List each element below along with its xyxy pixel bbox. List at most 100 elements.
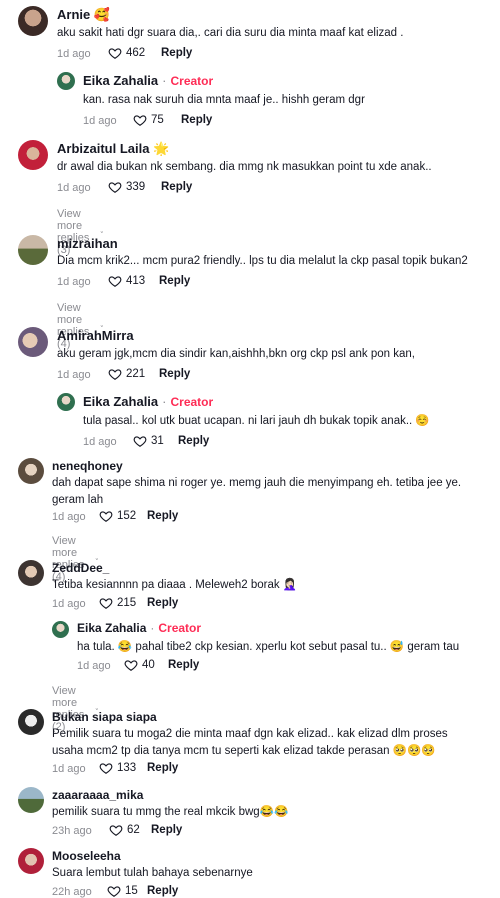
like-button[interactable]: 152	[99, 509, 136, 523]
like-button[interactable]: 339	[108, 180, 145, 194]
username[interactable]: Eika Zahalia	[83, 73, 158, 88]
view-more-replies[interactable]: View more replies (4)	[52, 535, 98, 583]
like-count: 462	[126, 47, 146, 59]
timestamp: 23h ago	[52, 825, 92, 837]
heart-icon	[108, 276, 122, 287]
creator-badge: Creator	[170, 74, 214, 88]
username[interactable]: Eika Zahalia	[83, 394, 158, 409]
like-button[interactable]: 133	[99, 761, 136, 775]
avatar[interactable]	[18, 140, 48, 170]
like-button[interactable]: 62	[109, 823, 140, 837]
avatar[interactable]	[18, 709, 44, 735]
comment-text: aku sakit hati dgr suara dia,. cari dia …	[57, 27, 404, 39]
comment-text: aku geram jgk,mcm dia sindir kan,aishhh,…	[57, 348, 415, 360]
heart-icon	[124, 660, 138, 671]
like-count: 152	[117, 510, 137, 522]
reply-button[interactable]: Reply	[159, 275, 190, 287]
username[interactable]: Arnie	[57, 7, 90, 22]
reply-button[interactable]: Reply	[178, 435, 209, 447]
timestamp: 1d ago	[57, 182, 91, 194]
username[interactable]: zaaaraaaa_mika	[52, 788, 143, 802]
timestamp: 1d ago	[57, 276, 91, 288]
like-button[interactable]: 75	[133, 113, 164, 127]
reply-button[interactable]: Reply	[161, 47, 192, 59]
like-button[interactable]: 462	[108, 46, 145, 60]
like-count: 15	[125, 885, 138, 897]
username[interactable]: neneqhoney	[52, 459, 123, 473]
creator-badge: Creator	[170, 395, 214, 409]
view-more-label: View more replies (4)	[52, 535, 85, 583]
timestamp: 1d ago	[52, 598, 86, 610]
reply-button[interactable]: Reply	[147, 510, 178, 522]
like-count: 221	[126, 368, 146, 380]
like-button[interactable]: 221	[108, 367, 145, 381]
reply-button[interactable]: Reply	[147, 762, 178, 774]
like-button[interactable]: 31	[133, 434, 164, 448]
username[interactable]: Bukan siapa siapa	[52, 710, 157, 724]
like-count: 40	[142, 659, 155, 671]
username[interactable]: AmirahMirra	[57, 328, 134, 343]
timestamp: 1d ago	[52, 763, 86, 775]
reply-button[interactable]: Reply	[147, 597, 178, 609]
user-emoji: 🌟	[153, 141, 170, 156]
reply-button[interactable]: Reply	[168, 659, 199, 671]
reply-button[interactable]: Reply	[161, 181, 192, 193]
like-count: 215	[117, 597, 137, 609]
avatar[interactable]	[57, 393, 75, 411]
like-count: 62	[127, 824, 140, 836]
like-count: 31	[151, 435, 164, 447]
comment-text: Pemilik suara tu moga2 die minta maaf dg…	[52, 728, 448, 757]
like-button[interactable]: 215	[99, 596, 136, 610]
heart-icon	[108, 369, 122, 380]
reply-button[interactable]: Reply	[151, 824, 182, 836]
timestamp: 1d ago	[52, 511, 86, 523]
like-button[interactable]: 40	[124, 658, 155, 672]
like-count: 75	[151, 114, 164, 126]
comment-text: dr awal dia bukan nk sembang. dia mmg nk…	[57, 161, 432, 173]
reply-button[interactable]: Reply	[147, 885, 178, 897]
user-emoji: 🥰	[93, 7, 111, 22]
username[interactable]: mizraihan	[57, 236, 118, 251]
like-count: 339	[126, 181, 146, 193]
comment-text: pemilik suara tu mmg the real mkcik bwg😂…	[52, 806, 289, 818]
comment-text: kan. rasa nak suruh dia mnta maaf je.. h…	[83, 94, 365, 106]
separator-dot: ·	[150, 621, 155, 635]
timestamp: 1d ago	[57, 369, 91, 381]
comment-text: dah dapat sape shima ni roger ye. memg j…	[52, 477, 462, 506]
separator-dot: ·	[162, 394, 167, 409]
heart-icon	[107, 886, 121, 897]
avatar[interactable]	[18, 235, 48, 265]
like-button[interactable]: 15	[107, 884, 138, 898]
comment-text: Suara lembut tulah bahaya sebenarnye	[52, 867, 253, 879]
heart-icon	[108, 48, 122, 59]
like-count: 413	[126, 275, 146, 287]
username[interactable]: Arbizaitul Laila	[57, 141, 149, 156]
avatar[interactable]	[18, 787, 44, 813]
like-button[interactable]: 413	[108, 274, 145, 288]
username[interactable]: Eika Zahalia	[77, 621, 146, 635]
avatar[interactable]	[18, 458, 44, 484]
timestamp: 1d ago	[77, 660, 111, 672]
username[interactable]: ZeddDee_	[52, 561, 109, 575]
avatar[interactable]	[18, 327, 48, 357]
heart-icon	[108, 182, 122, 193]
timestamp: 22h ago	[52, 886, 92, 898]
separator-dot: ·	[162, 73, 167, 88]
timestamp: 1d ago	[83, 436, 117, 448]
comment-text: Dia mcm krik2... mcm pura2 friendly.. lp…	[57, 255, 468, 267]
avatar[interactable]	[18, 848, 44, 874]
timestamp: 1d ago	[83, 115, 117, 127]
avatar[interactable]	[18, 560, 44, 586]
username[interactable]: Mooseleeha	[52, 849, 121, 863]
creator-badge: Creator	[158, 621, 202, 635]
avatar[interactable]	[52, 621, 69, 638]
reply-button[interactable]: Reply	[159, 368, 190, 380]
heart-icon	[109, 825, 123, 836]
comment-text: tula pasal.. kol utk buat ucapan. ni lar…	[83, 415, 430, 427]
avatar[interactable]	[57, 72, 75, 90]
heart-icon	[99, 763, 113, 774]
comment-text: ha tula. 😂 pahal tibe2 ckp kesian. xperl…	[77, 641, 460, 653]
heart-icon	[99, 598, 113, 609]
reply-button[interactable]: Reply	[181, 114, 212, 126]
avatar[interactable]	[18, 6, 48, 36]
